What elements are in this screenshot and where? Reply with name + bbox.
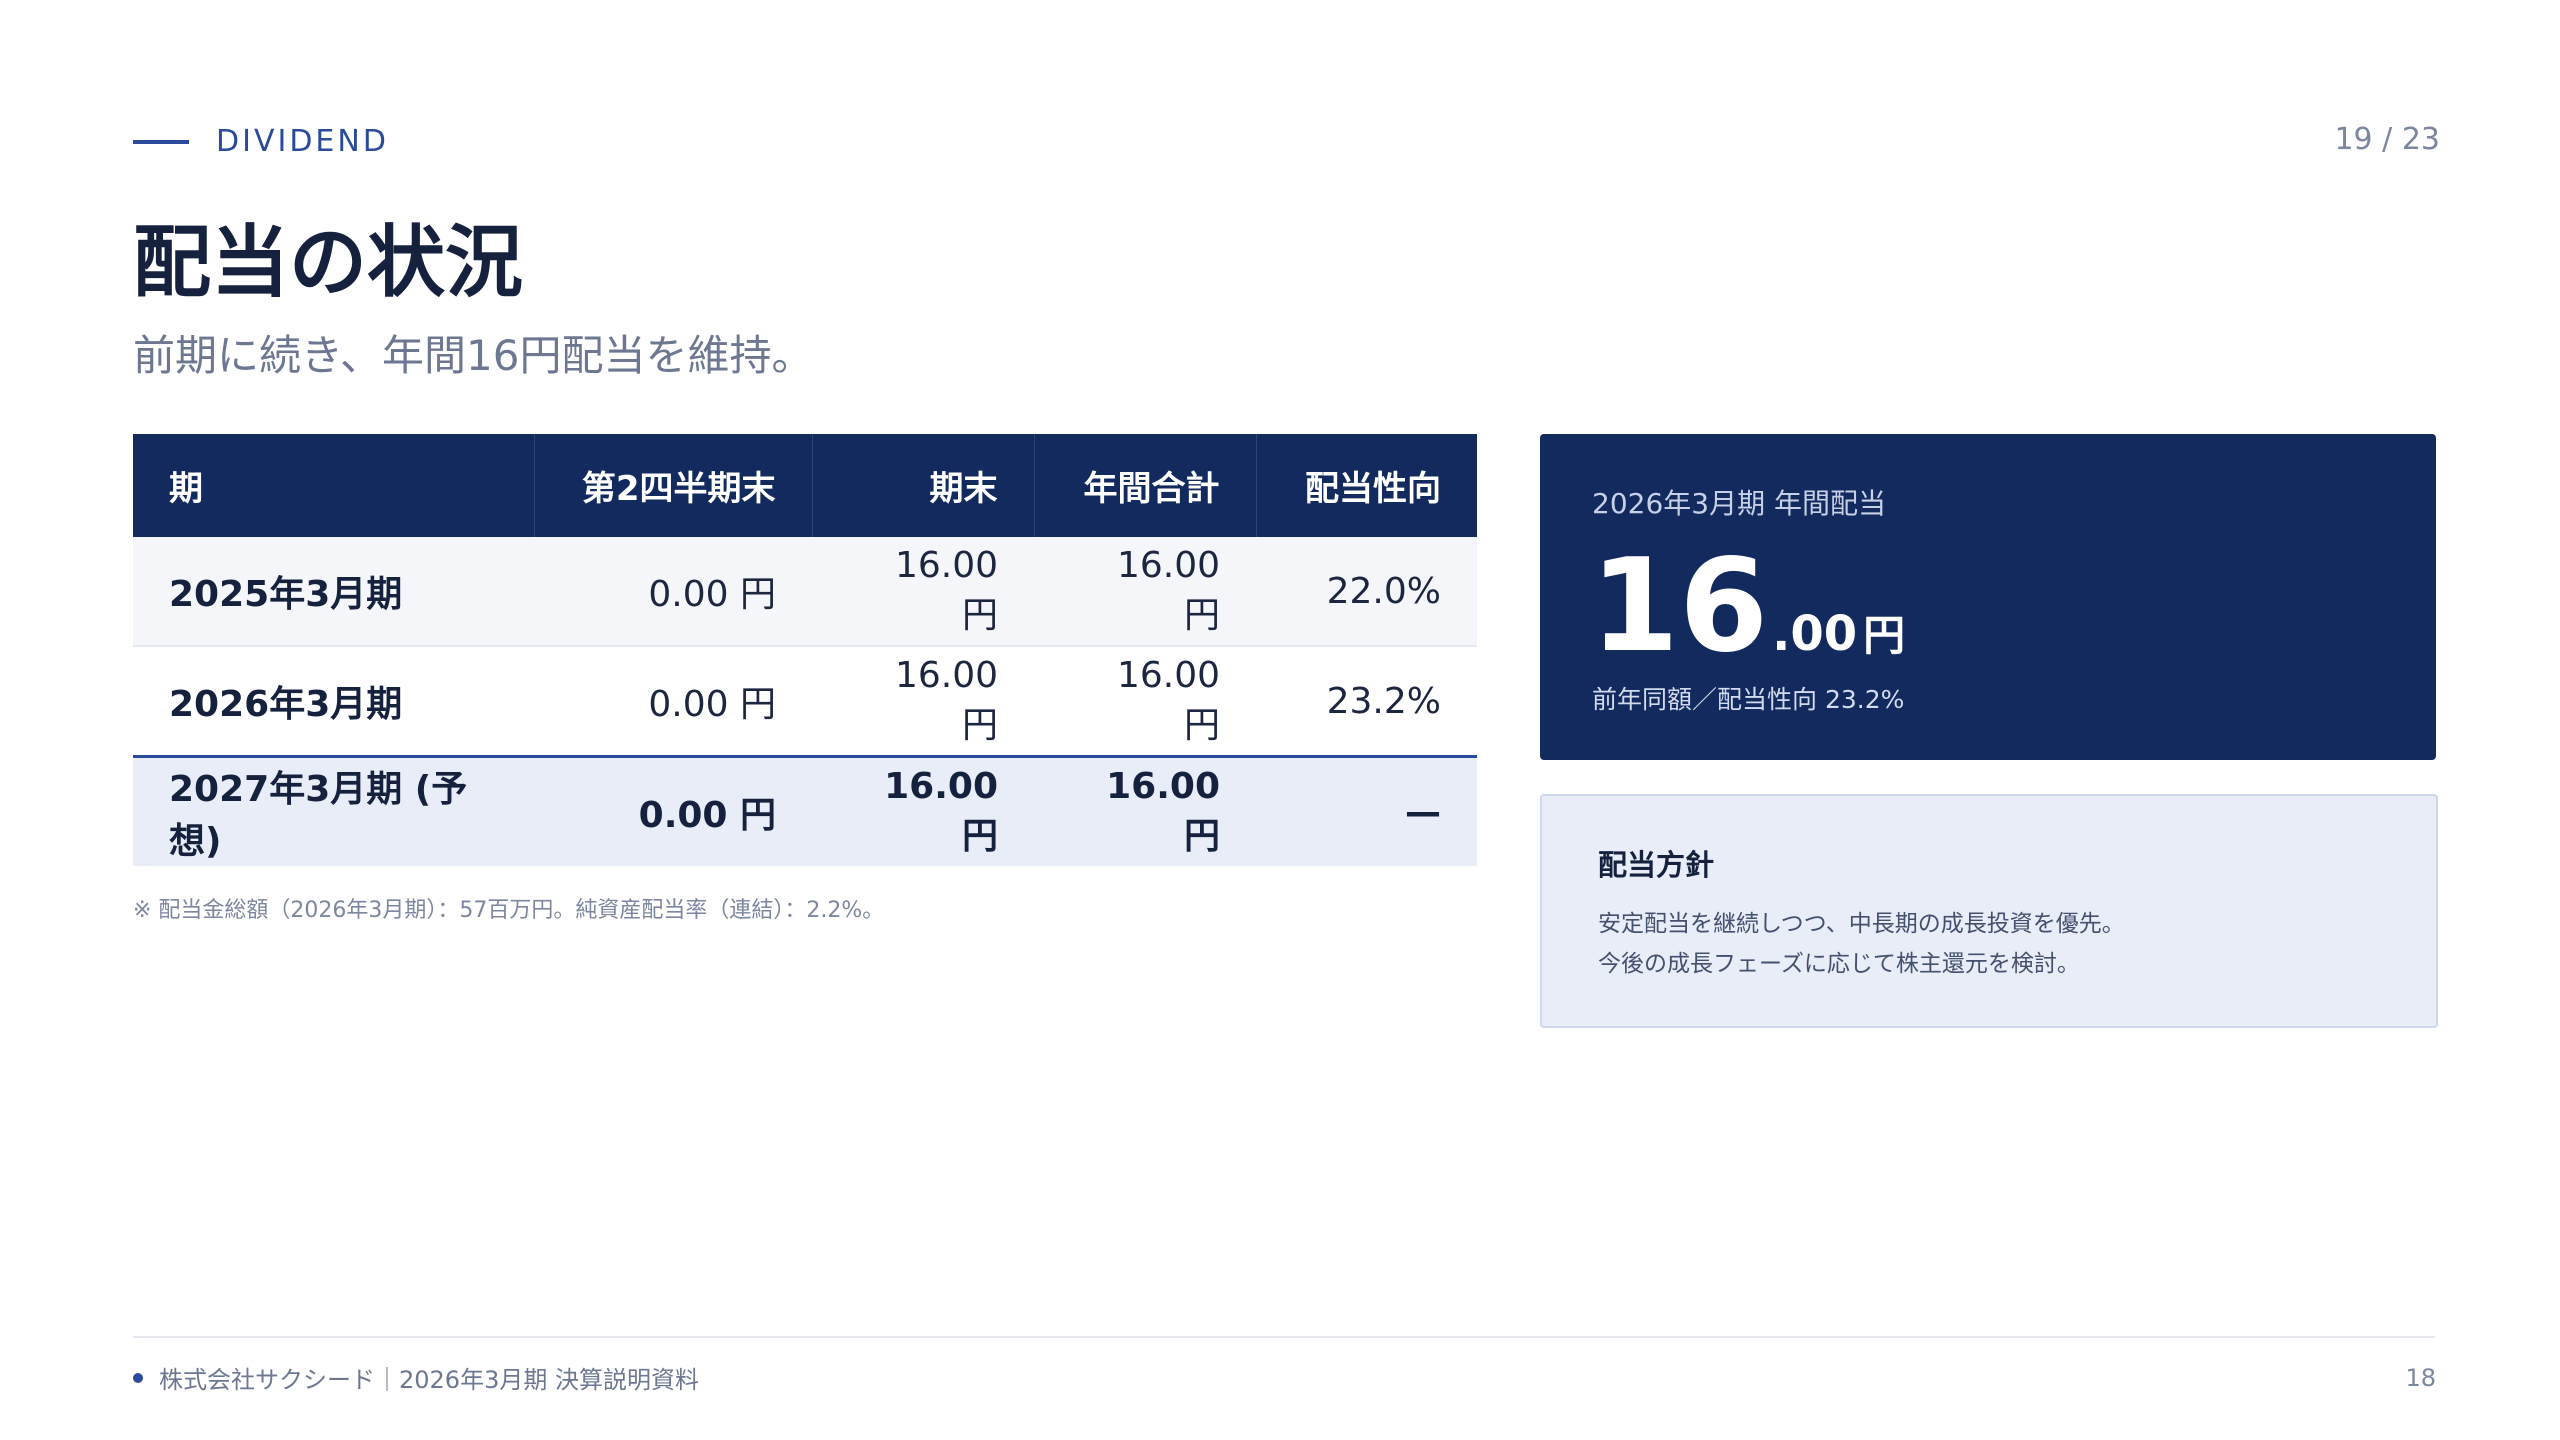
footer-bullet-icon [133, 1372, 143, 1383]
footer-divider [133, 1336, 2435, 1338]
page-subtitle: 前期に続き、年間16円配当を維持。 [133, 331, 814, 380]
period-cell: 2025年3月期 [133, 537, 534, 647]
year-end-cell: 16.00 円 [812, 756, 1034, 866]
period-cell: 2027年3月期 (予想) [133, 756, 534, 866]
year-end-cell: 16.00 円 [812, 646, 1034, 758]
footer-page-number: 18 [2405, 1364, 2436, 1392]
column-header-q2-end: 第2四半期末 [534, 434, 813, 537]
page-counter: 19 / 23 [2334, 122, 2440, 157]
card-value-unit: 円 [1863, 611, 1906, 660]
annual-total-cell: 16.00 円 [1034, 756, 1256, 866]
policy-text-line: 安定配当を継続しつつ、中長期の成長投資を優先。 [1598, 911, 2125, 937]
card-note: 前年同額／配当性向 23.2% [1592, 685, 1905, 714]
dividend-table: 期 第2四半期末 期末 年間合計 配当性向 2025年3月期 0.00 円 16… [133, 434, 1477, 866]
card-value-decimal: .00 [1772, 606, 1858, 662]
annual-total-cell: 16.00 円 [1034, 537, 1256, 647]
table-footnote: ※ 配当金総額（2026年3月期）：57百万円。純資産配当率（連結）：2.2%。 [133, 898, 885, 923]
slide-page: DIVIDEND 19 / 23 配当の状況 前期に続き、年間16円配当を維持。… [0, 0, 2560, 1440]
year-end-cell: 16.00 円 [812, 537, 1034, 647]
payout-ratio-cell: 22.0% [1256, 537, 1477, 647]
table-row: 2026年3月期 0.00 円 16.00 円 16.00 円 23.2% [133, 646, 1477, 758]
annual-dividend-card: 2026年3月期 年間配当 16 .00 円 前年同額／配当性向 23.2% [1540, 434, 2436, 760]
payout-ratio-cell: — [1256, 756, 1477, 866]
table-row-forecast: 2027年3月期 (予想) 0.00 円 16.00 円 16.00 円 — [133, 756, 1477, 866]
table-header-row: 期 第2四半期末 期末 年間合計 配当性向 [133, 434, 1477, 537]
section-rule [133, 139, 189, 144]
footer-company: 株式会社サクシード｜2026年3月期 決算説明資料 [133, 1360, 699, 1395]
q2-end-cell: 0.00 円 [534, 537, 812, 647]
dividend-policy-box: 配当方針 安定配当を継続しつつ、中長期の成長投資を優先。 今後の成長フェーズに応… [1540, 794, 2438, 1028]
table-row: 2025年3月期 0.00 円 16.00 円 16.00 円 22.0% [133, 537, 1477, 647]
policy-text-line: 今後の成長フェーズに応じて株主還元を検討。 [1598, 951, 2080, 977]
card-value: 16 .00 円 [1590, 530, 1905, 684]
card-label: 2026年3月期 年間配当 [1592, 487, 1886, 520]
column-header-year-end: 期末 [812, 434, 1035, 537]
section-label: DIVIDEND [133, 124, 389, 159]
annual-total-cell: 16.00 円 [1034, 646, 1256, 758]
dividend-table-container: 期 第2四半期末 期末 年間合計 配当性向 2025年3月期 0.00 円 16… [133, 434, 1477, 866]
q2-end-cell: 0.00 円 [534, 646, 812, 758]
page-title: 配当の状況 [133, 218, 524, 308]
period-cell: 2026年3月期 [133, 646, 534, 758]
payout-ratio-cell: 23.2% [1256, 646, 1477, 758]
column-header-annual-total: 年間合計 [1034, 434, 1257, 537]
column-header-period: 期 [133, 434, 535, 537]
q2-end-cell: 0.00 円 [534, 756, 812, 866]
section-label-text: DIVIDEND [216, 124, 389, 159]
card-value-integer: 16 [1590, 532, 1769, 681]
column-header-payout-ratio: 配当性向 [1256, 434, 1477, 537]
footer-company-text: 株式会社サクシード｜2026年3月期 決算説明資料 [159, 1366, 699, 1394]
policy-title: 配当方針 [1598, 848, 1715, 882]
